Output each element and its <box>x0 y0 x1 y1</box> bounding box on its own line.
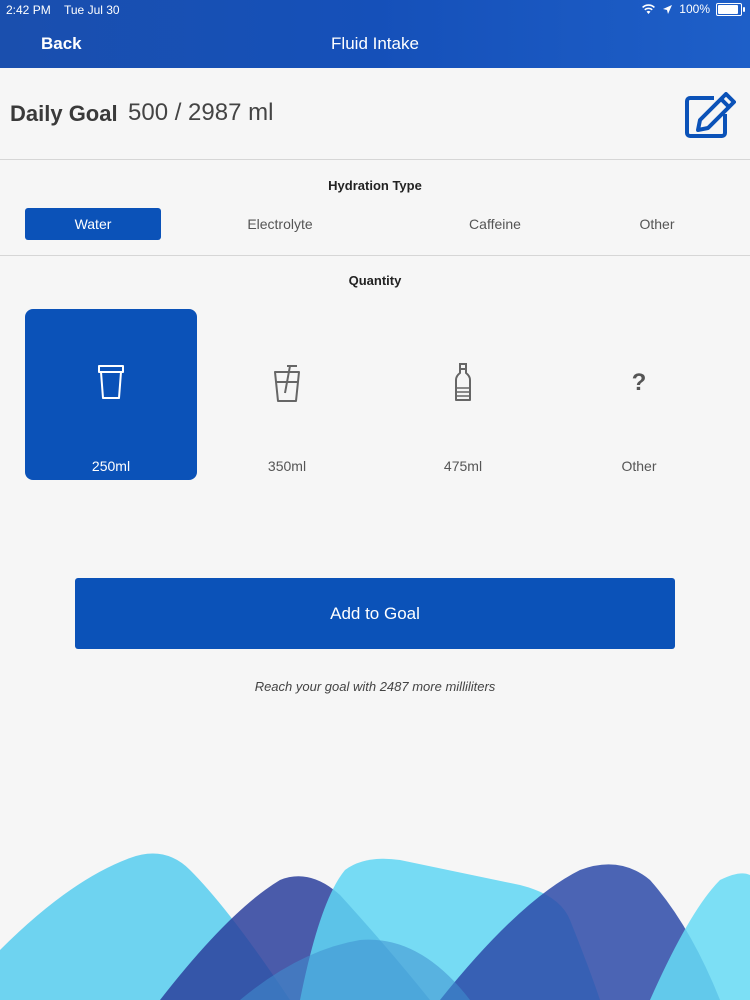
status-time: 2:42 PM <box>6 3 51 17</box>
divider <box>0 159 750 160</box>
battery-fill <box>718 4 738 14</box>
type-tab-water[interactable]: Water <box>25 208 161 240</box>
page-title: Fluid Intake <box>331 34 419 53</box>
quantity-option-350ml[interactable]: 350ml <box>201 309 373 480</box>
bottle-icon <box>455 363 471 401</box>
status-indicators: 100% <box>641 2 745 16</box>
type-tab-caffeine[interactable]: Caffeine <box>427 208 563 240</box>
hydration-type-title: Hydration Type <box>328 178 422 193</box>
edit-icon[interactable] <box>684 92 736 138</box>
cup-icon <box>98 365 124 399</box>
quantity-option-250ml[interactable]: 250ml <box>25 309 197 480</box>
quantity-label: Other <box>621 458 657 474</box>
quantity-option-other[interactable]: ? Other <box>553 309 725 480</box>
daily-goal-row: Daily Goal 500 / 2987 ml <box>0 69 750 159</box>
decorative-waves <box>0 853 750 1000</box>
divider <box>0 255 750 256</box>
remaining-goal-hint: Reach your goal with 2487 more millilite… <box>254 679 496 694</box>
battery-percent: 100% <box>679 2 710 16</box>
battery-icon <box>716 2 745 16</box>
quantity-label: 350ml <box>267 458 307 474</box>
question-mark-icon: ? <box>631 369 647 396</box>
daily-goal-label: Daily Goal <box>10 101 118 126</box>
quantity-option-475ml[interactable]: 475ml <box>377 309 549 480</box>
add-to-goal-button[interactable]: Add to Goal <box>75 578 675 649</box>
status-bar: 2:42 PM Tue Jul 30 100% <box>0 0 750 20</box>
daily-goal-value: 500 / 2987 ml <box>128 99 274 126</box>
quantity-label: 475ml <box>443 458 483 474</box>
quantity-label: 250ml <box>91 458 131 474</box>
top-bar: 2:42 PM Tue Jul 30 100% Back Fluid Intak… <box>0 0 750 68</box>
wifi-icon <box>642 4 656 14</box>
location-arrow-icon <box>663 4 673 14</box>
type-tab-other[interactable]: Other <box>589 208 725 240</box>
quantity-title: Quantity <box>348 273 402 288</box>
type-tab-electrolyte[interactable]: Electrolyte <box>212 208 348 240</box>
status-date: Tue Jul 30 <box>64 3 120 17</box>
cup-with-straw-icon <box>274 365 300 402</box>
